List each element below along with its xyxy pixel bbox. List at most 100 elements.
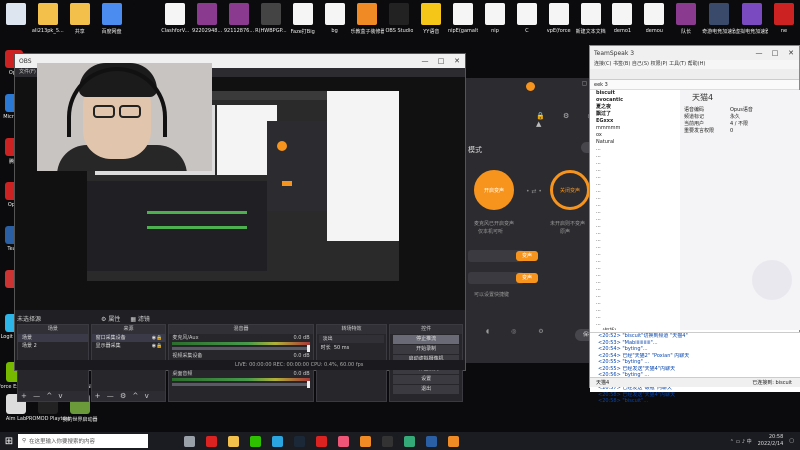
maximize-icon[interactable]: □ — [433, 54, 449, 68]
ts-chat-tab[interactable]: 天猫4 — [596, 380, 609, 386]
ts-tree-row[interactable]: ... — [590, 146, 676, 153]
taskbar-app[interactable] — [398, 432, 420, 450]
slider-knob[interactable] — [306, 345, 310, 352]
taskbar-app[interactable] — [332, 432, 354, 450]
taskbar-search[interactable]: ⚲ 在这里输入你要搜索的内容 — [18, 434, 148, 448]
ts-tree-row[interactable]: ... — [590, 195, 676, 202]
ts-channel-tree[interactable]: biscuit ovocantic 夏之夜 飘过了 EGxxx mmmmm ox Natura… — [590, 90, 676, 330]
sources-dock-footer[interactable]: + — ⚙ ^ v — [91, 391, 166, 401]
taskbar-app[interactable] — [244, 432, 266, 450]
ts-tree-row[interactable]: ... — [590, 251, 676, 258]
ts-tree-row[interactable]: ... — [590, 188, 676, 195]
volume-slider[interactable] — [172, 381, 310, 388]
ts-tree-row[interactable]: ... — [590, 153, 676, 160]
taskbar-app[interactable] — [420, 432, 442, 450]
desktop-icon-23[interactable]: 虚拟电竞加速器 — [735, 0, 768, 46]
properties-button[interactable]: ⚙ 属性 — [101, 314, 120, 323]
ts-tree-row[interactable]: ... — [590, 300, 676, 307]
desktop-icon-19[interactable]: demo1 — [607, 0, 639, 46]
voice-footer-icons[interactable]: ◖ ◎ ⚙ — [486, 328, 554, 335]
ts-tree-row[interactable]: 飘过了 — [590, 111, 676, 118]
ts-tree-row[interactable]: ... — [590, 293, 676, 300]
desktop-icon-17[interactable]: vpE(force — [543, 0, 575, 46]
ts-server-tab[interactable]: eek 3 — [590, 80, 799, 90]
desktop-icon-8[interactable]: R(HWBPGP... — [255, 0, 287, 46]
desktop-icon-21[interactable]: 队长 — [670, 0, 702, 46]
ts-tree-row[interactable]: ... — [590, 279, 676, 286]
ts-tree-row[interactable]: ... — [590, 174, 676, 181]
ts-tree-row[interactable]: ... — [590, 321, 676, 328]
clock[interactable]: 20:58 2022/2/14 — [758, 434, 784, 448]
taskbar-app[interactable] — [288, 432, 310, 450]
slider-knob[interactable] — [306, 381, 310, 388]
desktop-icon-6[interactable]: 92202948... — [191, 0, 223, 46]
desktop-icon-0[interactable] — [0, 0, 32, 46]
taskbar-app[interactable] — [354, 432, 376, 450]
desktop-icon-14[interactable]: nipE(gamalt — [447, 0, 479, 46]
ts-tree-row[interactable]: ... — [590, 202, 676, 209]
desktop-icon-4[interactable] — [127, 0, 159, 46]
desktop-icon-5[interactable]: ClashforV... — [159, 0, 191, 46]
ts-tree-row[interactable]: ....(包括) — [590, 328, 676, 330]
minimize-icon[interactable]: — — [417, 54, 433, 68]
voice-app-avatar[interactable] — [526, 82, 535, 91]
ts-tree-row[interactable]: ... — [590, 181, 676, 188]
ts-tree-row[interactable]: ... — [590, 160, 676, 167]
voice-hotkey-button-1[interactable]: 变声 — [516, 251, 538, 261]
desktop-icon-22[interactable]: 奇游电竞加速器 — [702, 0, 735, 46]
ts-tree-row[interactable]: mmmmm — [590, 125, 676, 132]
ts-tree-row[interactable]: EGxxx — [590, 118, 676, 125]
desktop-icon-18[interactable]: 新建文本文档 — [575, 0, 607, 46]
windows-start-icon[interactable]: ⊞ — [0, 432, 18, 450]
start-recording-button[interactable]: 开始录制 — [393, 345, 459, 354]
voice-on-ring[interactable]: 开启变声 — [474, 170, 514, 210]
ts-tree-row[interactable]: ... — [590, 265, 676, 272]
source-item[interactable]: 显示器采集 ◉🔒 — [92, 342, 166, 350]
taskbar-app[interactable] — [266, 432, 288, 450]
transition-duration[interactable]: 时长 50 ms — [317, 344, 387, 352]
ts-tree-row[interactable]: ... — [590, 244, 676, 251]
desktop-icon-12[interactable]: OBS Studio — [384, 0, 416, 46]
desktop-icon-3[interactable]: 百度网盘 — [96, 0, 128, 46]
ts-tree-row[interactable]: ... — [590, 216, 676, 223]
scenes-dock-footer[interactable]: + — ^ v — [18, 391, 88, 401]
ts-tree-row[interactable]: ... — [590, 230, 676, 237]
notification-icon[interactable]: ▢ — [789, 438, 794, 444]
desktop-icon-16[interactable]: C — [511, 0, 543, 46]
ts-tree-row[interactable]: ... — [590, 223, 676, 230]
taskbar-app[interactable] — [442, 432, 464, 450]
desktop-icon-24[interactable]: ne — [768, 0, 800, 46]
volume-slider[interactable] — [172, 345, 310, 352]
source-item[interactable]: 窗口采集设备 ◉🔒 — [91, 334, 166, 342]
maximize-icon[interactable]: □ — [767, 46, 783, 60]
stop-streaming-button[interactable]: 停止推流 — [393, 335, 459, 344]
minimize-icon[interactable]: — — [751, 46, 767, 60]
ts-tree-row[interactable]: ... — [590, 237, 676, 244]
taskbar-app[interactable] — [200, 432, 222, 450]
taskbar-app[interactable] — [178, 432, 200, 450]
ts-tree-row[interactable]: 夏之夜 — [590, 104, 676, 111]
desktop-icon-7[interactable]: 92112876... — [223, 0, 255, 46]
ts-tree-row[interactable]: Natural — [590, 139, 676, 146]
ts-tree-row[interactable]: ... — [590, 286, 676, 293]
desktop-icon-2[interactable]: 共享 — [64, 0, 96, 46]
scene-item[interactable]: 场景 2 — [18, 342, 88, 350]
tray-icons[interactable]: ⌃ ▭ ♪ 中 — [730, 438, 752, 445]
close-icon[interactable]: ✕ — [449, 54, 465, 68]
ts-tree-row[interactable]: ox — [590, 132, 676, 139]
ts-toolbar[interactable] — [590, 69, 799, 80]
ts-tree-row[interactable]: ... — [590, 272, 676, 279]
desktop-icon-9[interactable]: Faze打Big — [287, 0, 319, 46]
close-icon[interactable]: ✕ — [783, 46, 799, 60]
filters-button[interactable]: ▦ 滤镜 — [130, 314, 150, 323]
ts-tree-row[interactable]: ... — [590, 314, 676, 321]
taskbar-app[interactable] — [222, 432, 244, 450]
desktop-icon-15[interactable]: nip — [479, 0, 511, 46]
exit-button[interactable]: 退出 — [393, 385, 459, 394]
ts-tree-row[interactable]: ... — [590, 167, 676, 174]
desktop-icon-10[interactable]: bg — [319, 0, 351, 46]
desktop-icon-11[interactable]: 乐教盒子装修器 — [351, 0, 384, 46]
voice-hotkey-button-2[interactable]: 变声 — [516, 273, 538, 283]
taskbar-app[interactable] — [310, 432, 332, 450]
ts-tree-row[interactable]: ovocantic — [590, 97, 676, 104]
